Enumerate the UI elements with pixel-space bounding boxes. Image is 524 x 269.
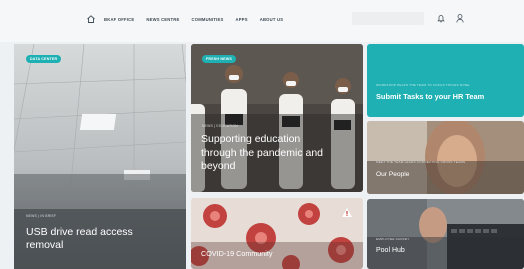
news-title[interactable]: USB drive read access removal	[26, 226, 166, 252]
woman-portrait-image	[367, 121, 524, 194]
news-title[interactable]: Our People	[376, 171, 409, 178]
alert-icon	[342, 208, 352, 217]
virus-image	[191, 198, 363, 269]
news-tile-covid-community[interactable]: COVID-19 Community	[191, 198, 363, 269]
main-nav: BKAF OFFICE NEWS CENTRE COMMUNITIES APPS…	[86, 14, 295, 24]
news-meta: EMPLOYEE SURVEY	[376, 237, 410, 241]
news-title[interactable]: Submit Tasks to your HR Team	[376, 92, 484, 101]
nav-item-communities[interactable]: COMMUNITIES	[192, 17, 224, 22]
nav-item-apps[interactable]: APPS	[236, 17, 248, 22]
category-badge: DATA CENTER	[26, 55, 62, 63]
news-meta: NEWS | EDUCATION	[202, 124, 238, 128]
news-title[interactable]: Pool Hub	[376, 247, 405, 254]
news-meta: NEWS | IN BRIEF	[26, 214, 57, 218]
home-icon[interactable]	[86, 14, 96, 24]
news-tile-our-people[interactable]: MEET THE TEAM LEADS CONNECTING CROSS TEA…	[367, 121, 524, 194]
news-meta: MEET THE TEAM LEADS CONNECTING CROSS TEA…	[376, 160, 466, 164]
top-header: BKAF OFFICE NEWS CENTRE COMMUNITIES APPS…	[0, 0, 524, 42]
user-icon[interactable]	[455, 13, 465, 23]
news-meta: WORKSHOP HELPS THE TEAM TO FOCUS THINGS …	[376, 83, 470, 87]
bell-icon[interactable]	[436, 13, 446, 23]
search-input[interactable]	[352, 12, 424, 25]
category-badge: FRESH NEWS	[202, 55, 236, 63]
news-tile-education[interactable]: FRESH NEWS NEWS | EDUCATION Supporting e…	[191, 44, 363, 192]
nav-item-office[interactable]: BKAF OFFICE	[104, 17, 134, 22]
nav-item-about-us[interactable]: ABOUT US	[260, 17, 283, 22]
nav-item-news-centre[interactable]: NEWS CENTRE	[146, 17, 179, 22]
news-tile-usb-drive[interactable]: DATA CENTER NEWS | IN BRIEF USB drive re…	[14, 44, 186, 269]
news-title[interactable]: Supporting education through the pandemi…	[201, 133, 331, 174]
news-tile-pool-hub[interactable]: EMPLOYEE SURVEY Pool Hub	[367, 199, 524, 269]
news-title[interactable]: COVID-19 Community	[201, 249, 273, 258]
news-tile-submit-tasks[interactable]: WORKSHOP HELPS THE TEAM TO FOCUS THINGS …	[367, 44, 524, 117]
laptop-hands-image	[367, 199, 524, 269]
